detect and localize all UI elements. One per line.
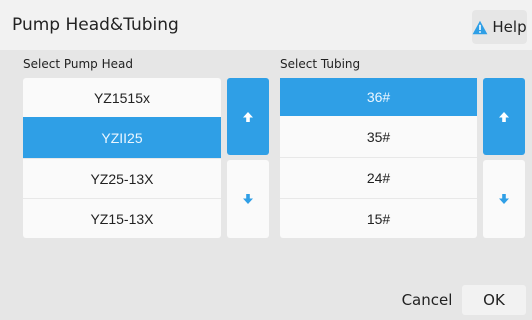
window-title: Pump Head&Tubing (12, 15, 179, 35)
help-label: Help (492, 18, 527, 36)
tubing-scroll-up-button[interactable] (483, 78, 525, 155)
title-bar: Pump Head&Tubing Help (0, 0, 532, 50)
tubing-item[interactable]: 24# (280, 157, 477, 198)
pump-head-scroll-up-button[interactable] (227, 78, 269, 155)
tubing-label: Select Tubing (280, 57, 361, 71)
ok-button[interactable]: OK (462, 285, 526, 315)
pump-head-item[interactable]: YZ1515x (23, 78, 221, 117)
pump-head-label: Select Pump Head (23, 57, 133, 71)
cancel-button[interactable]: Cancel (398, 285, 456, 315)
arrow-up-icon (499, 111, 509, 122)
help-button[interactable]: Help (472, 10, 527, 44)
warning-icon (472, 20, 488, 34)
arrow-down-icon (243, 194, 253, 204)
arrow-down-icon (499, 194, 509, 204)
arrow-up-icon (243, 111, 253, 122)
tubing-item-selected[interactable]: 36# (280, 78, 477, 116)
tubing-scroll-down-button[interactable] (483, 160, 525, 238)
pump-head-scroll-down-button[interactable] (227, 160, 269, 238)
tubing-item[interactable]: 15# (280, 198, 477, 238)
pump-head-list: YZ1515x YZII25 YZ25-13X YZ15-13X (23, 78, 221, 238)
pump-head-item-selected[interactable]: YZII25 (23, 117, 221, 158)
tubing-item[interactable]: 35# (280, 116, 477, 157)
tubing-list: 36# 35# 24# 15# (280, 78, 477, 238)
pump-head-item[interactable]: YZ25-13X (23, 158, 221, 198)
pump-head-item[interactable]: YZ15-13X (23, 198, 221, 238)
